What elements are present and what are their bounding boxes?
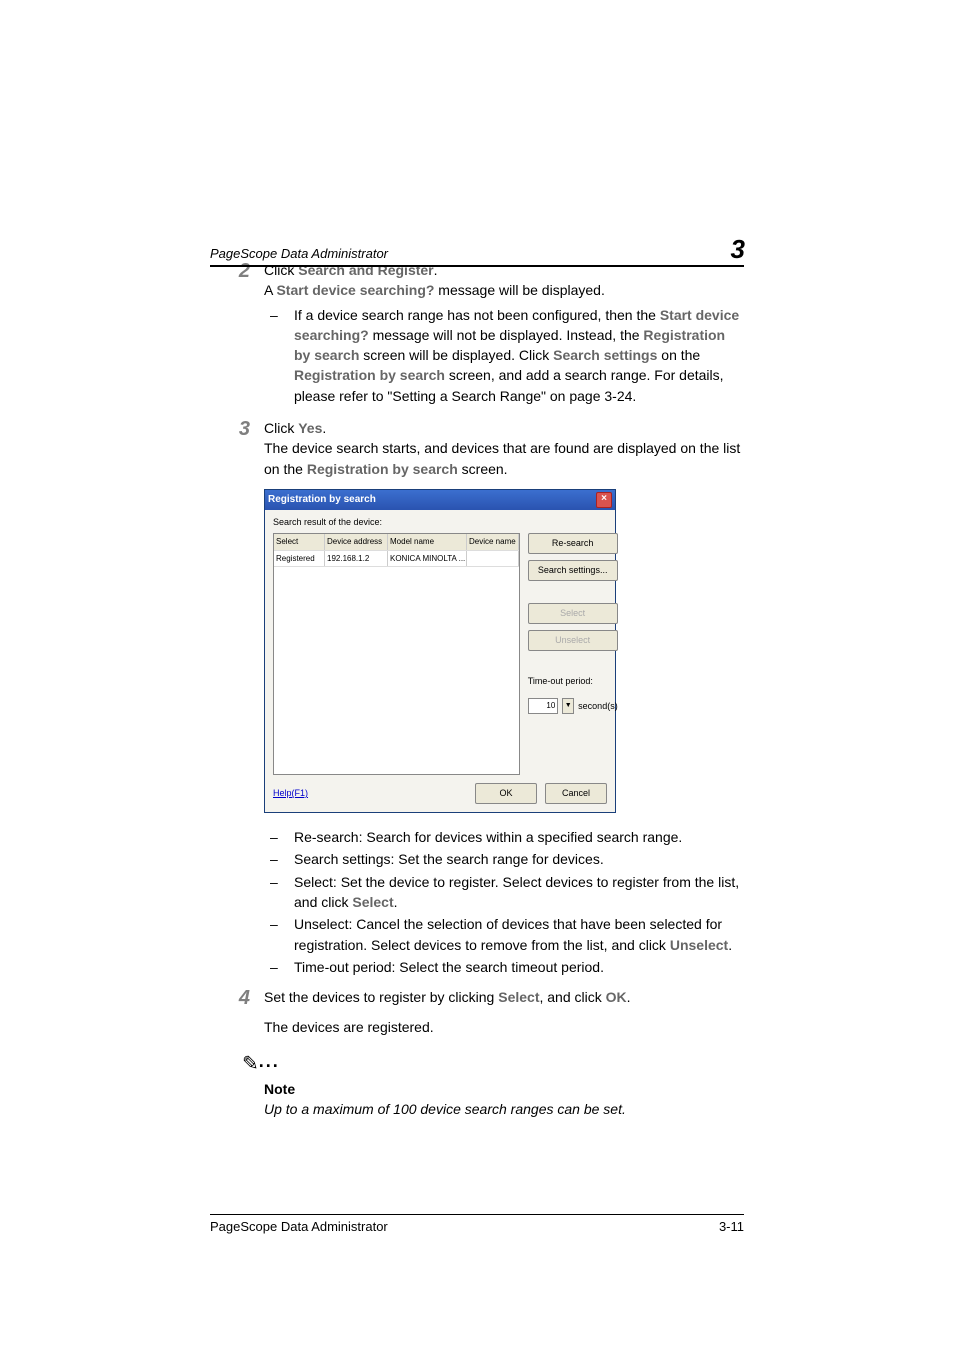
timeout-select[interactable]: 10 ▼ second(s) bbox=[528, 698, 618, 714]
ui-ref-yes: Yes bbox=[298, 420, 322, 436]
step-4-line-2: The devices are registered. bbox=[264, 1017, 744, 1037]
step-3-line-1: Click Yes. bbox=[264, 418, 744, 438]
step-number: 4 bbox=[210, 987, 264, 1009]
select-button[interactable]: Select bbox=[528, 603, 618, 624]
step-4: 4 Set the devices to register by clickin… bbox=[210, 987, 744, 1038]
note-block: ✎... Note Up to a maximum of 100 device … bbox=[210, 1050, 744, 1120]
search-settings-button[interactable]: Search settings... bbox=[528, 560, 618, 581]
step-2: 2 Click Search and Register. A Start dev… bbox=[210, 260, 744, 408]
col-address: Device address bbox=[325, 534, 388, 550]
chevron-down-icon[interactable]: ▼ bbox=[562, 698, 574, 714]
step-2-note: – If a device search range has not been … bbox=[264, 305, 744, 406]
step-number: 3 bbox=[210, 418, 264, 440]
header-title: PageScope Data Administrator bbox=[210, 246, 388, 261]
unselect-button[interactable]: Unselect bbox=[528, 630, 618, 651]
document-page: PageScope Data Administrator 3 2 Click S… bbox=[0, 0, 954, 1350]
desc-timeout: –Time-out period: Select the search time… bbox=[264, 957, 744, 977]
step-2-line-2: A Start device searching? message will b… bbox=[264, 280, 744, 300]
close-icon[interactable]: × bbox=[596, 492, 612, 508]
desc-search-settings: –Search settings: Set the search range f… bbox=[264, 849, 744, 869]
registration-by-search-dialog: Registration by search × Search result o… bbox=[264, 489, 616, 813]
col-name: Device name bbox=[467, 534, 519, 550]
dialog-title: Registration by search bbox=[268, 493, 376, 508]
timeout-label: Time-out period: bbox=[528, 675, 618, 688]
ok-button[interactable]: OK bbox=[475, 783, 537, 804]
step-3-line-2: The device search starts, and devices th… bbox=[264, 438, 744, 479]
search-result-label: Search result of the device: bbox=[273, 516, 607, 529]
table-row[interactable]: Registered 192.168.1.2 KONICA MINOLTA ..… bbox=[274, 551, 519, 568]
col-model: Model name bbox=[388, 534, 467, 550]
desc-unselect: –Unselect: Cancel the selection of devic… bbox=[264, 914, 744, 955]
note-text: Up to a maximum of 100 device search ran… bbox=[264, 1099, 744, 1119]
desc-select: –Select: Set the device to register. Sel… bbox=[264, 872, 744, 913]
footer-title: PageScope Data Administrator bbox=[210, 1219, 388, 1234]
help-link[interactable]: Help(F1) bbox=[273, 787, 308, 800]
page-number: 3-11 bbox=[719, 1219, 744, 1234]
note-icon: ✎ bbox=[242, 1053, 259, 1075]
page-footer: PageScope Data Administrator 3-11 bbox=[210, 1214, 744, 1234]
desc-re-search: –Re-search: Search for devices within a … bbox=[264, 827, 744, 847]
re-search-button[interactable]: Re-search bbox=[528, 533, 618, 554]
cancel-button[interactable]: Cancel bbox=[545, 783, 607, 804]
ui-ref-start-device-searching: Start device searching? bbox=[276, 282, 434, 298]
step-3: 3 Click Yes. The device search starts, a… bbox=[210, 418, 744, 479]
col-select: Select bbox=[274, 534, 325, 550]
dialog-titlebar: Registration by search × bbox=[265, 490, 615, 510]
page-header: PageScope Data Administrator 3 bbox=[210, 230, 744, 267]
grid-header: Select Device address Model name Device … bbox=[274, 534, 519, 551]
step-4-line-1: Set the devices to register by clicking … bbox=[264, 987, 744, 1007]
note-title: Note bbox=[264, 1079, 744, 1099]
chapter-number: 3 bbox=[731, 234, 744, 265]
device-grid[interactable]: Select Device address Model name Device … bbox=[273, 533, 520, 775]
